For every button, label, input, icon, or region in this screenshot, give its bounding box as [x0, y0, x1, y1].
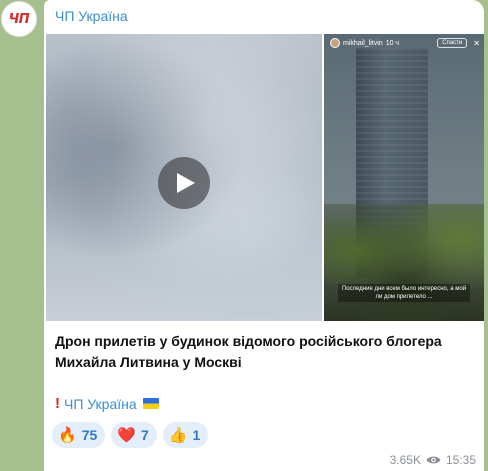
channel-name[interactable]: ЧП Україна: [55, 8, 128, 24]
message-time: 15:35: [445, 453, 476, 467]
reaction-thumbs-up[interactable]: 👍 1: [162, 422, 209, 448]
reactions-bar: 🔥 75 ❤️ 7 👍 1: [52, 422, 209, 448]
reaction-heart[interactable]: ❤️ 7: [111, 422, 157, 448]
eye-icon: [426, 456, 441, 464]
reaction-fire[interactable]: 🔥 75: [52, 422, 106, 448]
ukraine-flag-icon: [142, 398, 159, 409]
signature-link[interactable]: ЧП Україна: [64, 396, 137, 412]
message-meta: 3.65K 15:35: [390, 453, 476, 467]
post-signature: ! ЧП Україна: [55, 395, 159, 412]
reaction-count: 1: [192, 427, 201, 443]
play-button[interactable]: [158, 157, 210, 209]
story-caption: Последние дни всем было интересно, а мой…: [338, 284, 470, 302]
channel-avatar-text: ЧП: [8, 11, 30, 27]
close-icon: ✕: [473, 38, 480, 48]
video-thumbnail[interactable]: [46, 34, 322, 321]
thumbs-up-icon: 👍: [168, 426, 188, 444]
exclamation-icon: !: [55, 395, 60, 412]
reaction-count: 75: [81, 427, 98, 443]
photo-thumbnail[interactable]: mikhail_litvin 10 ч Спасти ✕ Последние д…: [324, 34, 484, 321]
story-header: mikhail_litvin 10 ч Спасти ✕: [330, 36, 480, 50]
story-button: Спасти: [437, 38, 468, 48]
heart-icon: ❤️: [117, 426, 136, 444]
story-time: 10 ч: [385, 39, 400, 47]
view-count: 3.65K: [389, 453, 421, 467]
reaction-count: 7: [140, 427, 149, 443]
play-icon: [177, 173, 195, 193]
channel-avatar[interactable]: ЧП: [2, 2, 36, 36]
fire-icon: 🔥: [58, 426, 77, 444]
post-title: Дрон прилетів у будинок відомого російсь…: [55, 333, 442, 370]
media-album: mikhail_litvin 10 ч Спасти ✕ Последние д…: [46, 34, 484, 321]
trees-image: [324, 204, 484, 321]
story-username: mikhail_litvin: [343, 39, 383, 47]
message-bubble: ЧП Україна mikhail_litvin 10 ч Спасти ✕ …: [44, 0, 484, 471]
story-avatar: [330, 38, 340, 48]
